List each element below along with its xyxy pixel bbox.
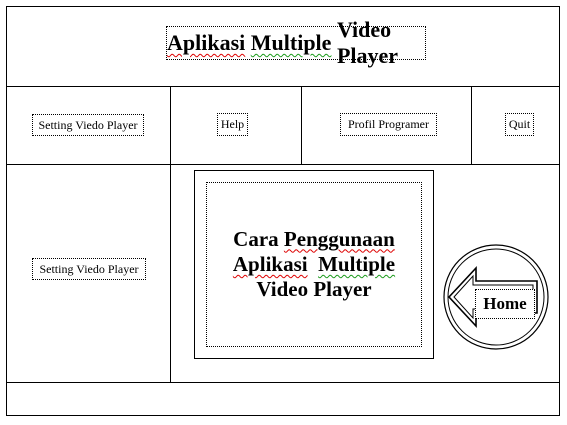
setting-menu-label: Setting Viedo Player (38, 117, 138, 132)
content-text-box: Cara Penggunaan Aplikasi Multiple Video … (206, 182, 422, 347)
profil-programer-menu-button[interactable]: Profil Programer (340, 113, 437, 136)
profil-menu-label: Profil Programer (348, 117, 429, 131)
help-menu-label: Help (220, 117, 245, 131)
home-label[interactable]: Home (475, 289, 535, 319)
page-title: Aplikasi Multiple Video Player (166, 17, 426, 68)
content-line-2: Aplikasi Multiple (232, 251, 396, 276)
setting-video-player-sidebar-button[interactable]: Setting Viedo Player (32, 258, 146, 280)
menu-divider-2 (301, 86, 302, 164)
sidebar-setting-label: Setting Viedo Player (39, 261, 139, 276)
body-divider (6, 382, 560, 383)
sidebar-divider (170, 86, 171, 382)
header-divider (6, 86, 560, 87)
setting-video-player-menu-button[interactable]: Setting Viedo Player (32, 114, 144, 136)
title-word-video-player: Video Player (336, 17, 399, 68)
title-word-multiple: Multiple (250, 30, 332, 55)
quit-menu-label: Quit (508, 117, 531, 131)
content-line-3: Video Player (256, 277, 372, 302)
title-word-aplikasi: Aplikasi (167, 30, 246, 55)
menu-divider (6, 164, 560, 165)
help-menu-button[interactable]: Help (217, 113, 248, 136)
menu-divider-3 (471, 86, 472, 164)
quit-menu-button[interactable]: Quit (505, 113, 534, 136)
content-line-1: Cara Penggunaan (233, 226, 395, 251)
